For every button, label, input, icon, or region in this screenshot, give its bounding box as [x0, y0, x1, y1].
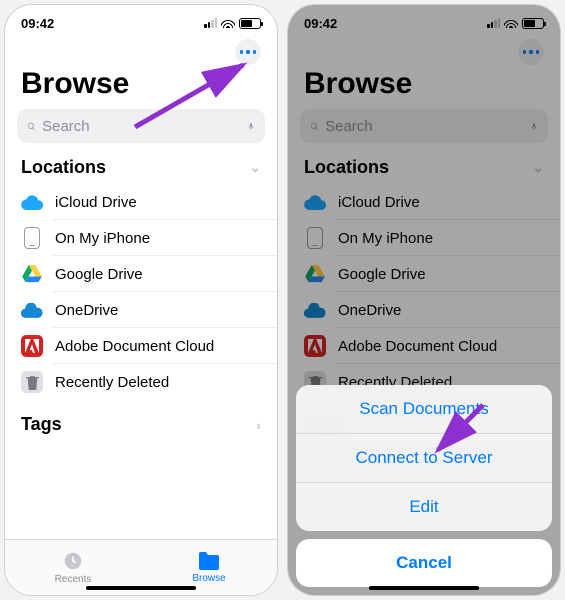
tags-header[interactable]: Tags ›	[5, 400, 277, 441]
location-row-icloud[interactable]: iCloud Drive	[5, 184, 277, 220]
location-row-onedrive[interactable]: OneDrive	[288, 292, 560, 328]
adobe-icon	[21, 335, 43, 357]
action-connect-to-server[interactable]: Connect to Server	[296, 433, 552, 482]
files-app-action-sheet-screen: 09:42 Browse	[287, 4, 561, 596]
location-row-google-drive[interactable]: Google Drive	[288, 256, 560, 292]
adobe-icon	[304, 335, 326, 357]
location-row-adobe[interactable]: Adobe Document Cloud	[5, 328, 277, 364]
cloud-icon	[21, 191, 43, 213]
action-sheet: Scan Documents Connect to Server Edit Ca…	[296, 385, 552, 587]
location-row-recently-deleted[interactable]: Recently Deleted	[5, 364, 277, 400]
action-cancel[interactable]: Cancel	[296, 539, 552, 587]
wifi-icon	[221, 18, 235, 28]
locations-list: iCloud Drive On My iPhone Google Drive O…	[5, 184, 277, 400]
more-menu-button[interactable]	[235, 39, 261, 65]
ellipsis-icon	[523, 50, 540, 54]
locations-header[interactable]: Locations ⌄	[288, 143, 560, 184]
location-row-onedrive[interactable]: OneDrive	[5, 292, 277, 328]
mic-icon[interactable]	[530, 118, 538, 135]
phone-icon	[304, 227, 326, 249]
cellular-icon	[487, 18, 500, 28]
gdrive-icon	[21, 263, 43, 285]
search-field[interactable]	[17, 109, 265, 143]
gdrive-icon	[304, 263, 326, 285]
battery-icon	[522, 18, 544, 29]
chevron-right-icon: ›	[256, 417, 261, 433]
location-row-on-my-iphone[interactable]: On My iPhone	[5, 220, 277, 256]
location-row-icloud[interactable]: iCloud Drive	[288, 184, 560, 220]
search-input[interactable]	[325, 118, 524, 135]
files-app-browse-screen: 09:42 Browse	[4, 4, 278, 596]
locations-header[interactable]: Locations ⌄	[5, 143, 277, 184]
cellular-icon	[204, 18, 217, 28]
location-row-google-drive[interactable]: Google Drive	[5, 256, 277, 292]
chevron-down-icon: ⌄	[532, 159, 544, 176]
battery-icon	[239, 18, 261, 29]
location-row-adobe[interactable]: Adobe Document Cloud	[288, 328, 560, 364]
clock: 09:42	[21, 16, 54, 31]
ellipsis-icon	[240, 50, 257, 54]
location-row-on-my-iphone[interactable]: On My iPhone	[288, 220, 560, 256]
home-indicator[interactable]	[369, 586, 479, 590]
cloud-icon	[304, 191, 326, 213]
trash-icon	[21, 371, 43, 393]
search-icon	[310, 119, 319, 134]
home-indicator[interactable]	[86, 586, 196, 590]
folder-icon	[197, 551, 221, 571]
status-bar: 09:42	[288, 5, 560, 35]
status-bar: 09:42	[5, 5, 277, 35]
search-field[interactable]	[300, 109, 548, 143]
search-icon	[27, 119, 36, 134]
page-title: Browse	[288, 65, 560, 109]
clock: 09:42	[304, 16, 337, 31]
wifi-icon	[504, 18, 518, 28]
chevron-down-icon: ⌄	[249, 159, 261, 176]
locations-list: iCloud Drive On My iPhone Google Drive O…	[288, 184, 560, 400]
clock-icon	[62, 550, 84, 572]
action-edit[interactable]: Edit	[296, 482, 552, 531]
search-input[interactable]	[42, 118, 241, 135]
page-title: Browse	[5, 65, 277, 109]
mic-icon[interactable]	[247, 118, 255, 135]
onedrive-icon	[304, 299, 326, 321]
action-scan-documents[interactable]: Scan Documents	[296, 385, 552, 433]
more-menu-button[interactable]	[518, 39, 544, 65]
phone-icon	[21, 227, 43, 249]
onedrive-icon	[21, 299, 43, 321]
